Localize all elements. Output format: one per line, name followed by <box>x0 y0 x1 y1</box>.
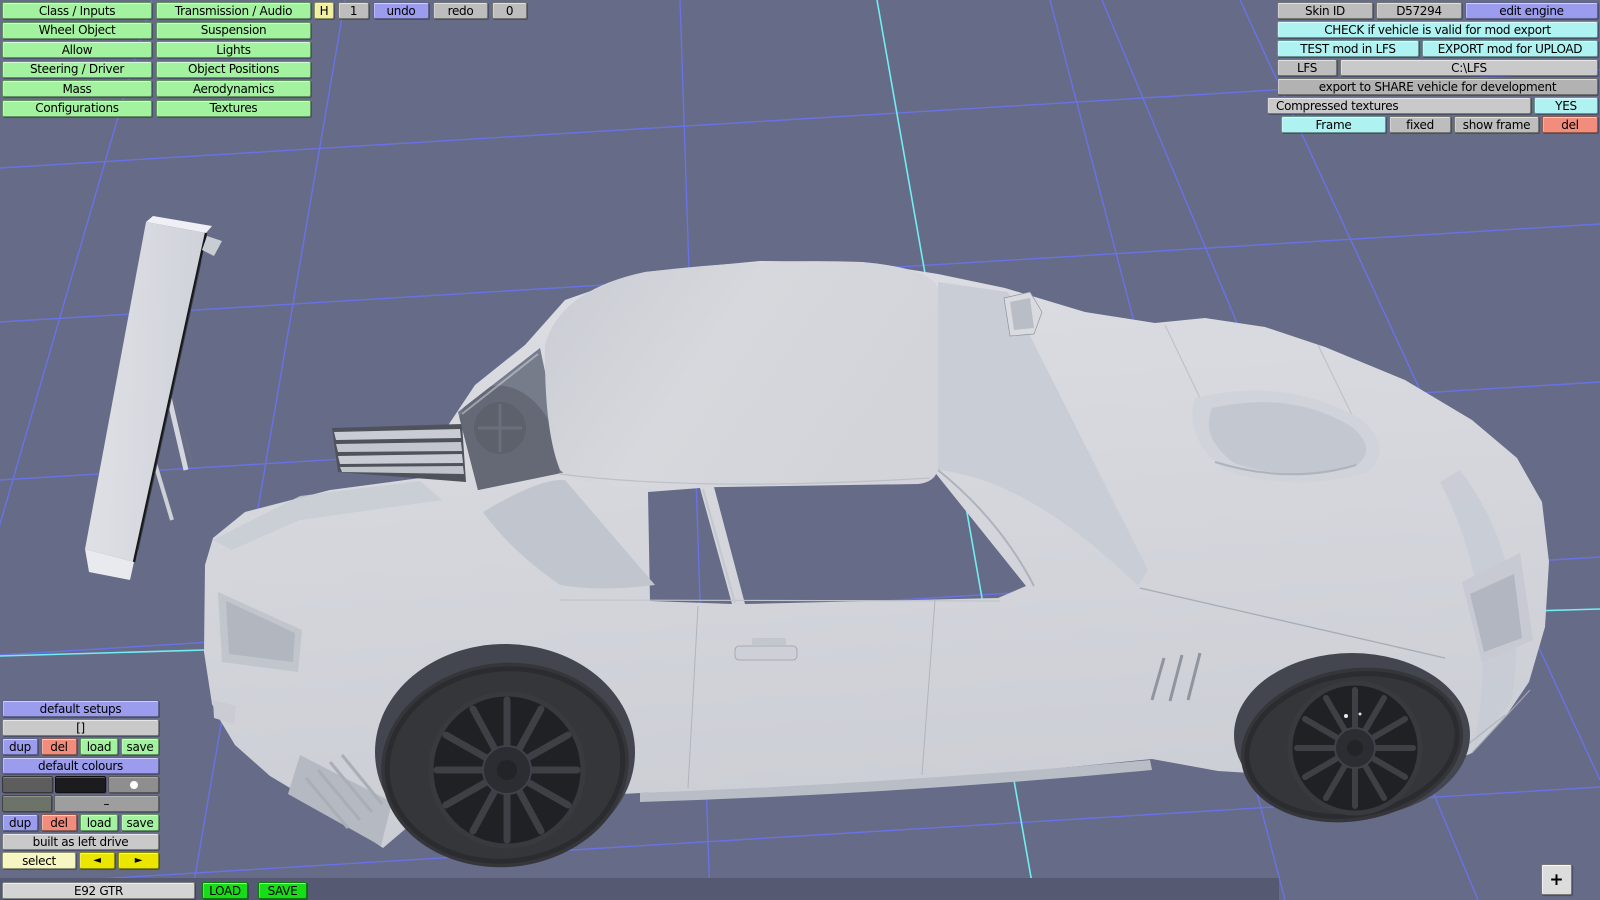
colour-dup-button[interactable]: dup <box>2 814 38 831</box>
menu-textures[interactable]: Textures <box>156 99 311 117</box>
h-toggle-button[interactable]: H <box>314 2 334 19</box>
redo-button[interactable]: redo <box>433 2 488 19</box>
edit-engine-button[interactable]: edit engine <box>1465 2 1598 19</box>
setup-load-button[interactable]: load <box>80 738 118 755</box>
colour-load-button[interactable]: load <box>80 814 118 831</box>
menu-configurations[interactable]: Configurations <box>2 99 152 117</box>
setup-name-button[interactable]: [] <box>2 719 159 736</box>
menu-steering-driver[interactable]: Steering / Driver <box>2 60 152 78</box>
setup-dup-button[interactable]: dup <box>2 738 38 755</box>
menu-allow[interactable]: Allow <box>2 41 152 58</box>
colour-save-button[interactable]: save <box>121 814 159 831</box>
redo-count[interactable]: 0 <box>492 2 527 19</box>
lfs-path-button[interactable]: C:\LFS <box>1340 59 1598 76</box>
menu-suspension[interactable]: Suspension <box>156 21 311 39</box>
selected-dot <box>129 780 138 789</box>
colour-swatch-4[interactable] <box>2 795 52 812</box>
frame-del-button[interactable]: del <box>1542 116 1598 133</box>
export-upload-button[interactable]: EXPORT mod for UPLOAD <box>1422 40 1598 57</box>
menu-mass[interactable]: Mass <box>2 80 152 97</box>
skin-id-button[interactable]: Skin ID <box>1277 2 1373 19</box>
check-valid-button[interactable]: CHECK if vehicle is valid for mod export <box>1277 21 1598 38</box>
select-button[interactable]: select <box>2 852 76 869</box>
built-as-left-drive-button[interactable]: built as left drive <box>2 833 159 850</box>
dash-label: – <box>103 796 110 811</box>
test-mod-button[interactable]: TEST mod in LFS <box>1277 40 1419 57</box>
next-arrow-button[interactable]: ► <box>118 852 159 869</box>
history-count[interactable]: 1 <box>338 2 369 19</box>
colour-swatch-1[interactable] <box>2 776 53 793</box>
colour-swatch-5[interactable]: – <box>54 795 159 812</box>
car-roof <box>544 261 938 488</box>
setup-del-button[interactable]: del <box>41 738 77 755</box>
compressed-textures-button[interactable]: Compressed textures <box>1267 97 1531 114</box>
compressed-yes-button[interactable]: YES <box>1534 97 1598 114</box>
setup-save-button[interactable]: save <box>121 738 159 755</box>
history-toolbar: H 1 undo redo 0 <box>314 2 527 19</box>
menu-object-positions[interactable]: Object Positions <box>156 60 311 78</box>
add-button[interactable]: + <box>1541 864 1572 895</box>
show-frame-button[interactable]: show frame <box>1454 116 1539 133</box>
vehicle-name-button[interactable]: E92 GTR <box>2 882 195 899</box>
skin-id-value[interactable]: D57294 <box>1376 2 1462 19</box>
undo-button[interactable]: undo <box>373 2 429 19</box>
colour-swatch-2[interactable] <box>55 776 106 793</box>
lfs-vehicle-editor: Class / Inputs Transmission / Audio Whee… <box>0 0 1600 900</box>
share-export-button[interactable]: export to SHARE vehicle for development <box>1277 78 1598 95</box>
prev-arrow-button[interactable]: ◄ <box>79 852 115 869</box>
vehicle-file-bar: E92 GTR LOAD SAVE <box>2 882 307 899</box>
default-colours-header: default colours <box>2 757 159 774</box>
setups-colours-panel: default setups [] dup del load save defa… <box>2 700 159 869</box>
frame-button[interactable]: Frame <box>1281 116 1386 133</box>
menu-aerodynamics[interactable]: Aerodynamics <box>156 80 311 97</box>
viewport-3d[interactable] <box>0 0 1600 900</box>
lfs-button[interactable]: LFS <box>1277 59 1337 76</box>
colour-swatch-3[interactable] <box>108 776 159 793</box>
menu-transmission-audio[interactable]: Transmission / Audio <box>156 2 311 19</box>
load-vehicle-button[interactable]: LOAD <box>202 882 248 899</box>
default-setups-header: default setups <box>2 700 159 717</box>
save-vehicle-button[interactable]: SAVE <box>258 882 307 899</box>
fixed-button[interactable]: fixed <box>1389 116 1451 133</box>
menu-wheel-object[interactable]: Wheel Object <box>2 21 152 39</box>
edit-section-menu: Class / Inputs Transmission / Audio Whee… <box>2 2 311 117</box>
menu-lights[interactable]: Lights <box>156 41 311 58</box>
menu-class-inputs[interactable]: Class / Inputs <box>2 2 152 19</box>
colour-del-button[interactable]: del <box>41 814 77 831</box>
export-panel: Skin ID D57294 edit engine CHECK if vehi… <box>1255 2 1598 133</box>
